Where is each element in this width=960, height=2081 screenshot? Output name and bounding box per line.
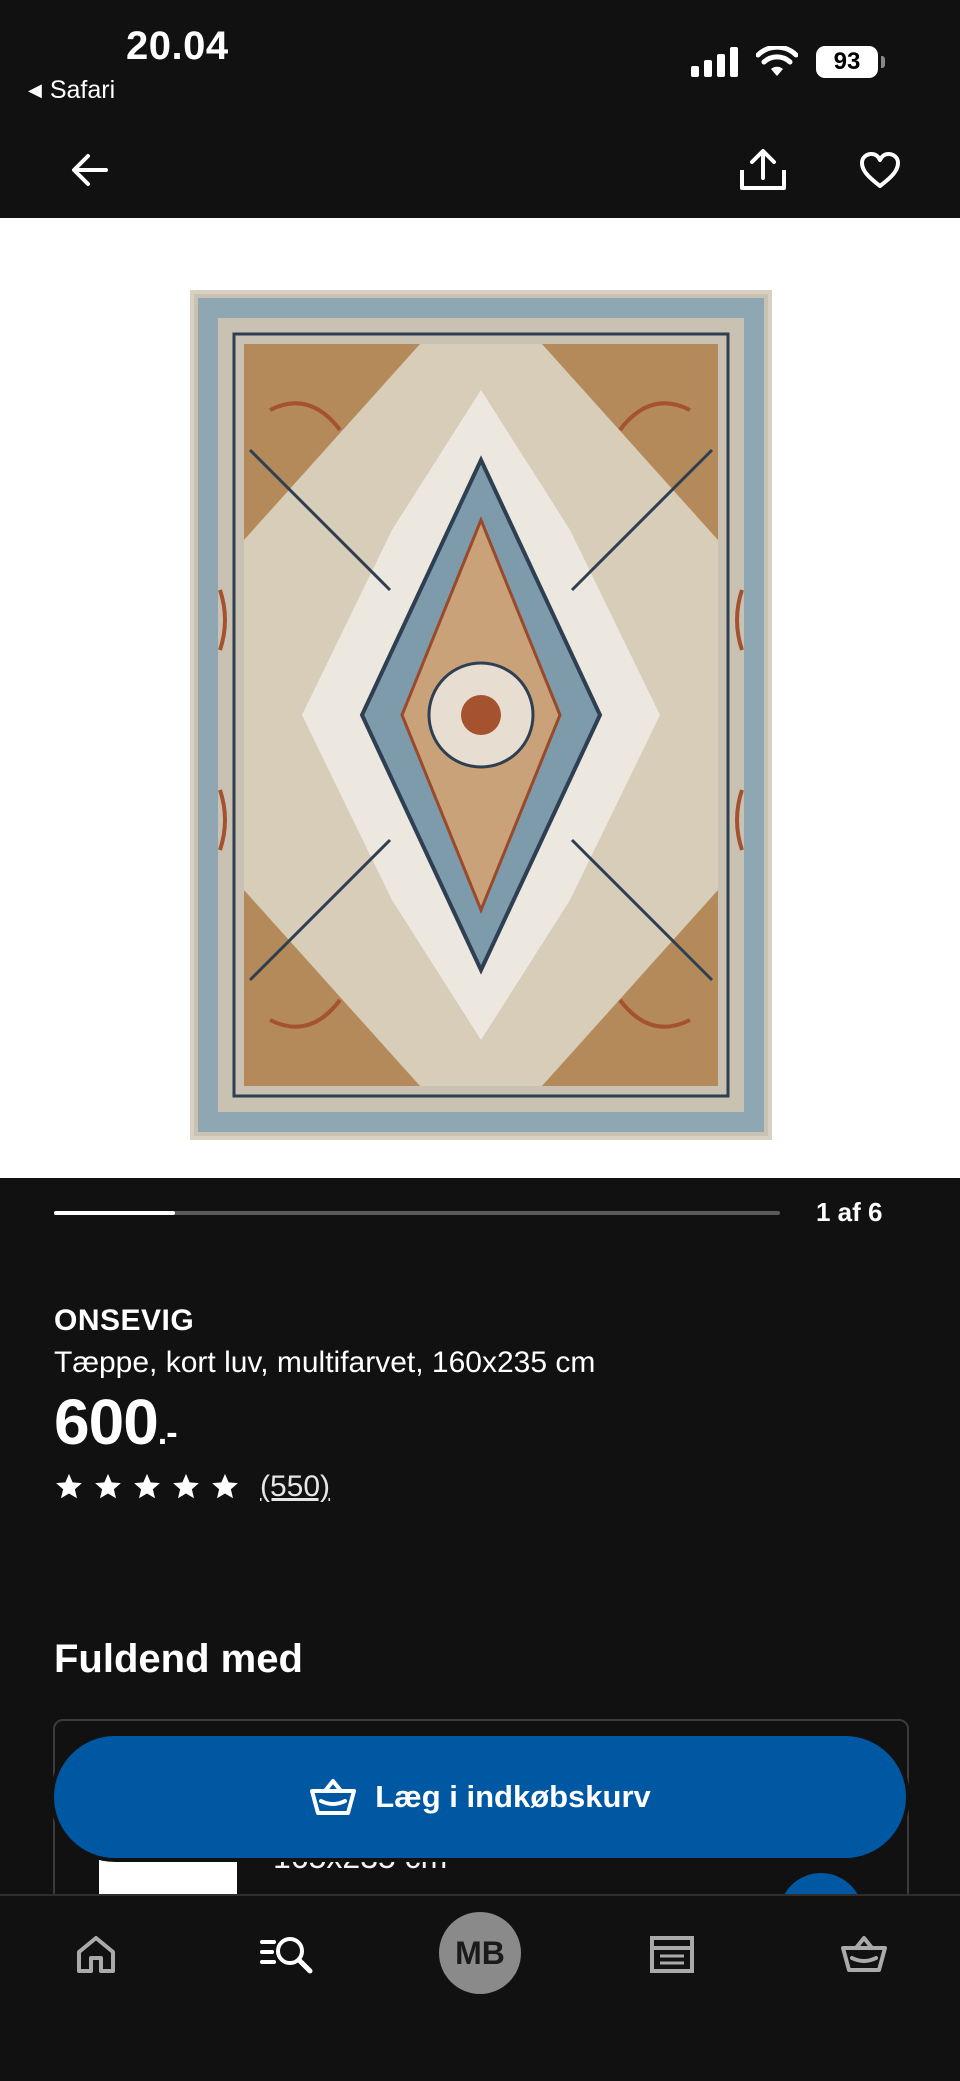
battery-indicator: 93 [816,46,885,78]
basket-icon [841,1936,887,1972]
star-icon [95,1473,121,1499]
price-suffix: .- [157,1414,178,1452]
search-icon [260,1937,313,1974]
back-app-label: Safari [49,76,116,104]
product-image-gallery[interactable] [0,218,960,1178]
product-description: Tæppe, kort luv, multifarvet, 160x235 cm [54,1346,596,1379]
basket-icon [310,1779,357,1815]
wifi-icon [756,46,798,76]
rug-product-image [190,290,772,1140]
nav-basket[interactable] [824,1914,904,1994]
home-icon [77,1936,115,1973]
star-icon [56,1473,82,1499]
nav-search[interactable] [247,1914,327,1994]
status-bar: 20.04 ◀ Safari 93 [0,0,960,120]
battery-level: 93 [833,48,861,75]
gallery-progress-track [54,1211,780,1215]
product-rating[interactable]: (550) [54,1470,330,1504]
share-button[interactable] [733,140,793,200]
cellular-signal-icon [691,47,738,77]
store-icon [650,1936,694,1973]
avatar-initials: MB [455,1934,505,1971]
rating-stars [54,1472,240,1502]
product-page: 20.04 ◀ Safari 93 1 af 6 ONSEVIG Tæppe, … [0,0,960,2081]
add-to-cart-label: Læg i indkøbskurv [375,1779,651,1814]
nav-home[interactable] [56,1914,136,1994]
star-icon [173,1473,199,1499]
review-count-link[interactable]: (550) [260,1470,330,1504]
app-header [0,120,960,218]
star-icon [134,1473,160,1499]
arrow-left-icon [72,154,108,186]
bottom-navigation: MB [0,1894,960,2081]
gallery-progress-fill [54,1211,175,1215]
favorite-button[interactable] [850,140,910,200]
gallery-page-count: 1 af 6 [816,1197,883,1227]
star-icon [212,1473,238,1499]
status-time: 20.04 [126,24,229,68]
back-triangle-icon: ◀ [28,80,42,100]
product-name: ONSEVIG [54,1304,195,1337]
back-button[interactable] [60,140,120,200]
nav-store[interactable] [632,1914,712,1994]
product-price: 600.- [54,1385,178,1459]
nav-profile-avatar[interactable]: MB [439,1912,521,1994]
price-value: 600 [54,1386,159,1458]
status-icons: 93 [691,46,885,78]
share-icon [740,149,786,190]
complement-heading: Fuldend med [54,1637,303,1681]
back-to-safari-link[interactable]: ◀ Safari [28,76,115,105]
add-to-cart-button[interactable]: Læg i indkøbskurv [54,1736,906,1858]
heart-icon [860,152,900,188]
